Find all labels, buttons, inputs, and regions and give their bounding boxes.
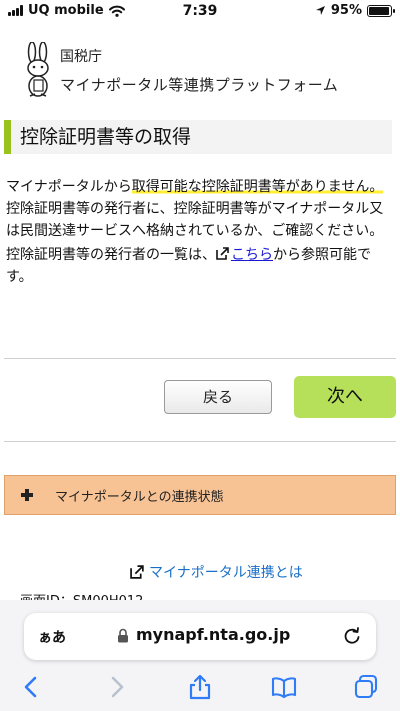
- no-certificates-message: マイナポータルから取得可能な控除証明書等がありません。控除証明書等の発行者に、控…: [6, 176, 394, 242]
- rabbit-mascot-logo[interactable]: [22, 42, 54, 98]
- about-integration-link[interactable]: マイナポータル連携とは: [130, 562, 303, 582]
- issuer-list-text: 控除証明書等の発行者の一覧は、: [6, 247, 216, 263]
- text-size-button[interactable]: ぁあ: [38, 627, 66, 647]
- external-link-icon: [216, 247, 229, 260]
- plus-icon: [21, 489, 33, 501]
- page-title: 控除証明書等の取得: [20, 126, 192, 148]
- lock-icon: [118, 628, 128, 643]
- back-arrow-icon[interactable]: [19, 674, 45, 700]
- back-button[interactable]: 戻る: [164, 380, 272, 414]
- browser-toolbar: [0, 668, 400, 708]
- highlight-text-end: ん。: [355, 179, 384, 195]
- forward-arrow-icon[interactable]: [103, 674, 129, 700]
- battery-icon: [367, 4, 395, 17]
- issuer-list-line: 控除証明書等の発行者の一覧は、 こちらから参照可能です。: [6, 244, 394, 288]
- accordion-label: マイナポータルとの連携状態: [55, 489, 224, 505]
- location-arrow-icon: [315, 6, 325, 15]
- agency-name: 国税庁: [60, 49, 102, 65]
- divider: [4, 358, 396, 359]
- status-right: 95%: [315, 3, 395, 18]
- highlight-text: 取得可能な控除証明書等がありませ: [131, 179, 356, 195]
- next-button[interactable]: 次へ: [294, 376, 396, 418]
- message-body: マイナポータルから取得可能な控除証明書等がありません。控除証明書等の発行者に、控…: [6, 176, 394, 288]
- issuer-list-link[interactable]: こちら: [231, 247, 273, 263]
- tabs-icon[interactable]: [353, 674, 379, 700]
- status-bar: UQ mobile 7:39 95%: [0, 0, 400, 24]
- portal-title: マイナポータル等連携プラットフォーム: [60, 76, 339, 94]
- divider: [4, 441, 396, 442]
- battery-percent: 95%: [330, 3, 362, 18]
- bookmarks-icon[interactable]: [271, 674, 297, 700]
- url-text: mynapf.nta.go.jp: [136, 625, 291, 644]
- message-text-cont: 控除証明書等の発行者に、控除証明書等がマイナポータル又は民間送達サービスへ格納さ…: [6, 201, 384, 239]
- section-heading: 控除証明書等の取得: [4, 120, 392, 154]
- battery-fill: [369, 6, 389, 15]
- external-link-icon: [130, 565, 144, 579]
- reload-icon[interactable]: [342, 626, 362, 646]
- share-icon[interactable]: [187, 674, 213, 700]
- address-bar[interactable]: ぁあ mynapf.nta.go.jp: [24, 613, 376, 660]
- site-header: 国税庁 マイナポータル等連携プラットフォーム: [0, 24, 400, 104]
- message-text: マイナポータルから: [6, 179, 132, 195]
- integration-status-accordion[interactable]: マイナポータルとの連携状態: [4, 475, 396, 515]
- about-integration-label: マイナポータル連携とは: [149, 565, 303, 581]
